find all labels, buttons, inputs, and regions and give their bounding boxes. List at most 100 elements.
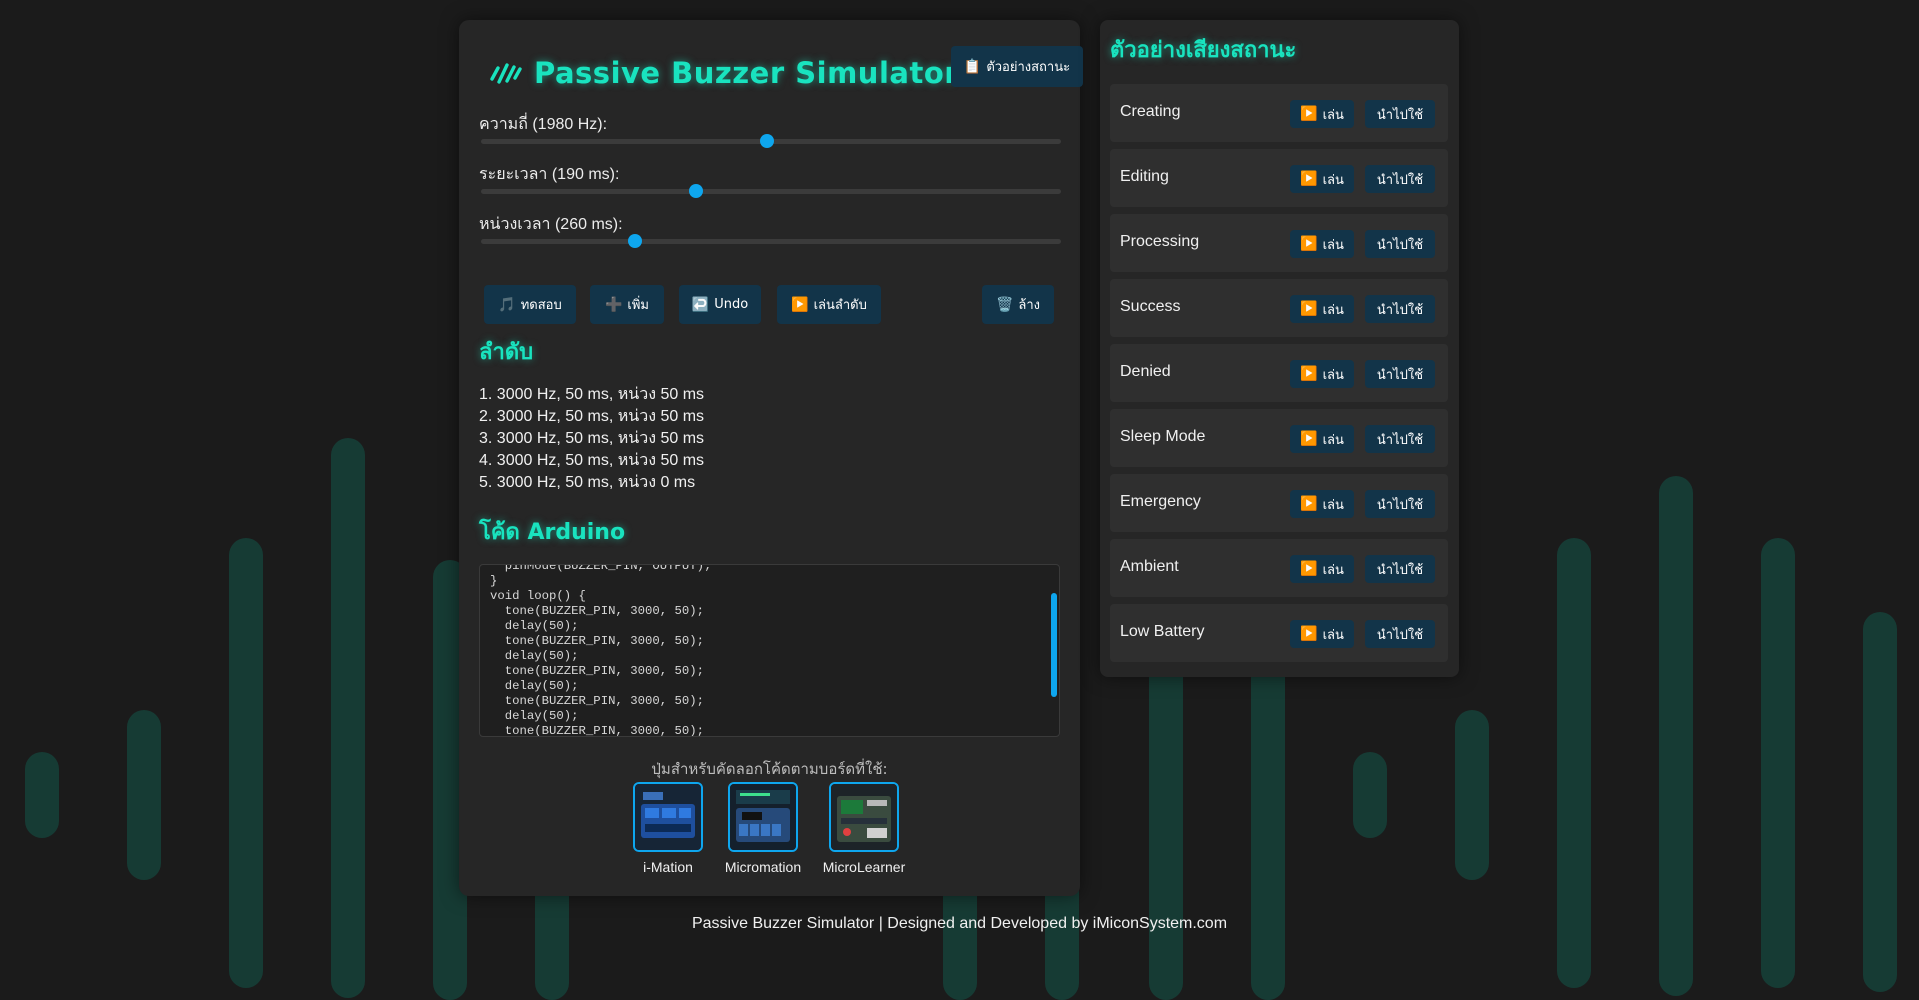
sample-play-label: เล่น (1322, 562, 1344, 578)
sample-row: Emergency ▶️ เล่น นำไปใช้ (1110, 474, 1448, 532)
delay-slider-thumb[interactable] (628, 234, 643, 248)
play-icon: ▶️ (1300, 236, 1318, 252)
list-item: 4. 3000 Hz, 50 ms, หน่วง 50 ms (479, 452, 705, 469)
board-micromation-image[interactable] (728, 782, 798, 852)
board-micromation-name: Micromation (724, 859, 802, 875)
sample-apply-button[interactable]: นำไปใช้ (1365, 555, 1435, 583)
board-imation[interactable]: i-Mation (613, 782, 723, 875)
sample-name: Editing (1120, 168, 1169, 185)
sample-row: Success ▶️ เล่น นำไปใช้ (1110, 279, 1448, 337)
plus-icon: ➕ (604, 296, 623, 313)
code-scrollbar[interactable] (1051, 593, 1057, 697)
sample-play-label: เล่น (1322, 627, 1344, 643)
sample-row: Low Battery ▶️ เล่น นำไปใช้ (1110, 604, 1448, 662)
sample-name: Ambient (1120, 558, 1179, 575)
list-item: 3. 3000 Hz, 50 ms, หน่วง 50 ms (479, 430, 705, 447)
play-sequence-button[interactable]: ▶️ เล่นลำดับ (777, 285, 881, 324)
board-microlearner-name: MicroLearner (822, 859, 906, 875)
play-icon: ▶️ (1300, 496, 1318, 512)
sample-name: Processing (1120, 233, 1200, 250)
sample-apply-button[interactable]: นำไปใช้ (1365, 165, 1435, 193)
board-imation-image[interactable] (633, 782, 703, 852)
play-icon: ▶️ (1300, 301, 1318, 317)
clear-button[interactable]: 🗑️ ล้าง (982, 285, 1054, 324)
sample-play-button[interactable]: ▶️ เล่น (1290, 555, 1354, 583)
sample-play-label: เล่น (1322, 367, 1344, 383)
sample-row: Editing ▶️ เล่น นำไปใช้ (1110, 149, 1448, 207)
sample-play-label: เล่น (1322, 172, 1344, 188)
sample-apply-button[interactable]: นำไปใช้ (1365, 620, 1435, 648)
list-item: 5. 3000 Hz, 50 ms, หน่วง 0 ms (479, 474, 696, 491)
footer: Passive Buzzer Simulator | Designed and … (691, 915, 1228, 932)
sample-play-button[interactable]: ▶️ เล่น (1290, 360, 1354, 388)
duration-label: ระยะเวลา (190 ms): (479, 166, 620, 183)
delay-slider[interactable] (481, 234, 1061, 248)
sample-apply-button[interactable]: นำไปใช้ (1365, 230, 1435, 258)
sample-apply-button[interactable]: นำไปใช้ (1365, 425, 1435, 453)
clear-label: ล้าง (1018, 298, 1041, 313)
board-microlearner[interactable]: MicroLearner (809, 782, 919, 875)
sound-wave-icon (490, 63, 522, 84)
sample-row: Denied ▶️ เล่น นำไปใช้ (1110, 344, 1448, 402)
sample-play-button[interactable]: ▶️ เล่น (1290, 100, 1354, 128)
sample-apply-button[interactable]: นำไปใช้ (1365, 360, 1435, 388)
sample-row: Creating ▶️ เล่น นำไปใช้ (1110, 84, 1448, 142)
delay-slider-row: หน่วงเวลา (260 ms): (479, 212, 1061, 248)
sample-name: Emergency (1120, 493, 1201, 510)
frequency-slider-thumb[interactable] (759, 134, 774, 148)
play-icon: ▶️ (791, 296, 809, 313)
add-label: เพิ่ม (627, 298, 650, 313)
duration-slider[interactable] (481, 184, 1061, 198)
trash-icon: 🗑️ (995, 296, 1014, 313)
sample-play-button[interactable]: ▶️ เล่น (1290, 620, 1354, 648)
code-box[interactable]: pinMode(BUZZER_PIN, OUTPUT); } void loop… (479, 564, 1060, 737)
sample-apply-label: นำไปใช้ (1376, 172, 1424, 188)
samples-title: ตัวอย่างเสียงสถานะ (1110, 38, 1297, 63)
sample-play-button[interactable]: ▶️ เล่น (1290, 230, 1354, 258)
sample-apply-label: นำไปใช้ (1376, 302, 1424, 318)
sample-play-button[interactable]: ▶️ เล่น (1290, 165, 1354, 193)
sample-name: Creating (1120, 103, 1181, 120)
sample-apply-button[interactable]: นำไปใช้ (1365, 100, 1435, 128)
sample-row: Ambient ▶️ เล่น นำไปใช้ (1110, 539, 1448, 597)
play-icon: ▶️ (1300, 431, 1318, 447)
clipboard-icon: 📋 (963, 58, 982, 75)
add-button[interactable]: ➕ เพิ่ม (590, 285, 664, 324)
undo-icon: ↩️ (691, 296, 710, 313)
sample-play-label: เล่น (1322, 237, 1344, 253)
undo-label: Undo (714, 297, 749, 312)
sample-name: Low Battery (1120, 623, 1205, 640)
sample-play-button[interactable]: ▶️ เล่น (1290, 295, 1354, 323)
app-title: Passive Buzzer Simulator (534, 56, 960, 90)
sample-play-button[interactable]: ▶️ เล่น (1290, 425, 1354, 453)
sample-apply-label: นำไปใช้ (1376, 367, 1424, 383)
sequence-list: 1. 3000 Hz, 50 ms, หน่วง 50 ms 2. 3000 H… (479, 384, 704, 494)
play-sequence-label: เล่นลำดับ (813, 298, 867, 313)
play-icon: ▶️ (1300, 561, 1318, 577)
status-samples-panel: ตัวอย่างเสียงสถานะ Creating ▶️ เล่น นำไปใช้… (1100, 20, 1459, 677)
undo-button[interactable]: ↩️ Undo (679, 285, 761, 324)
code-title: โค้ด Arduino (479, 520, 626, 545)
board-microlearner-image[interactable] (829, 782, 899, 852)
frequency-slider[interactable] (481, 134, 1061, 148)
boards-label: ปุ่มสำหรับคัดลอกโค้ดตามบอร์ดที่ใช้: (651, 760, 888, 778)
list-item: 2. 3000 Hz, 50 ms, หน่วง 50 ms (479, 408, 705, 425)
duration-slider-thumb[interactable] (688, 184, 703, 198)
play-icon: ▶️ (1300, 171, 1318, 187)
sample-play-button[interactable]: ▶️ เล่น (1290, 490, 1354, 518)
frequency-label: ความถี่ (1980 Hz): (479, 116, 608, 133)
sample-apply-button[interactable]: นำไปใช้ (1365, 295, 1435, 323)
sample-name: Success (1120, 298, 1181, 315)
status-samples-button[interactable]: 📋 ตัวอย่างสถานะ (951, 46, 1083, 87)
test-label: ทดสอบ (520, 298, 562, 313)
sample-apply-label: นำไปใช้ (1376, 432, 1424, 448)
sample-play-label: เล่น (1322, 432, 1344, 448)
sample-apply-label: นำไปใช้ (1376, 237, 1424, 253)
sample-row: Sleep Mode ▶️ เล่น นำไปใช้ (1110, 409, 1448, 467)
arduino-code[interactable]: pinMode(BUZZER_PIN, OUTPUT); } void loop… (490, 565, 711, 736)
sample-apply-button[interactable]: นำไปใช้ (1365, 490, 1435, 518)
sample-name: Sleep Mode (1120, 428, 1206, 445)
delay-label: หน่วงเวลา (260 ms): (479, 216, 623, 233)
test-button[interactable]: 🎵 ทดสอบ (484, 285, 576, 324)
board-micromation[interactable]: Micromation (708, 782, 818, 875)
